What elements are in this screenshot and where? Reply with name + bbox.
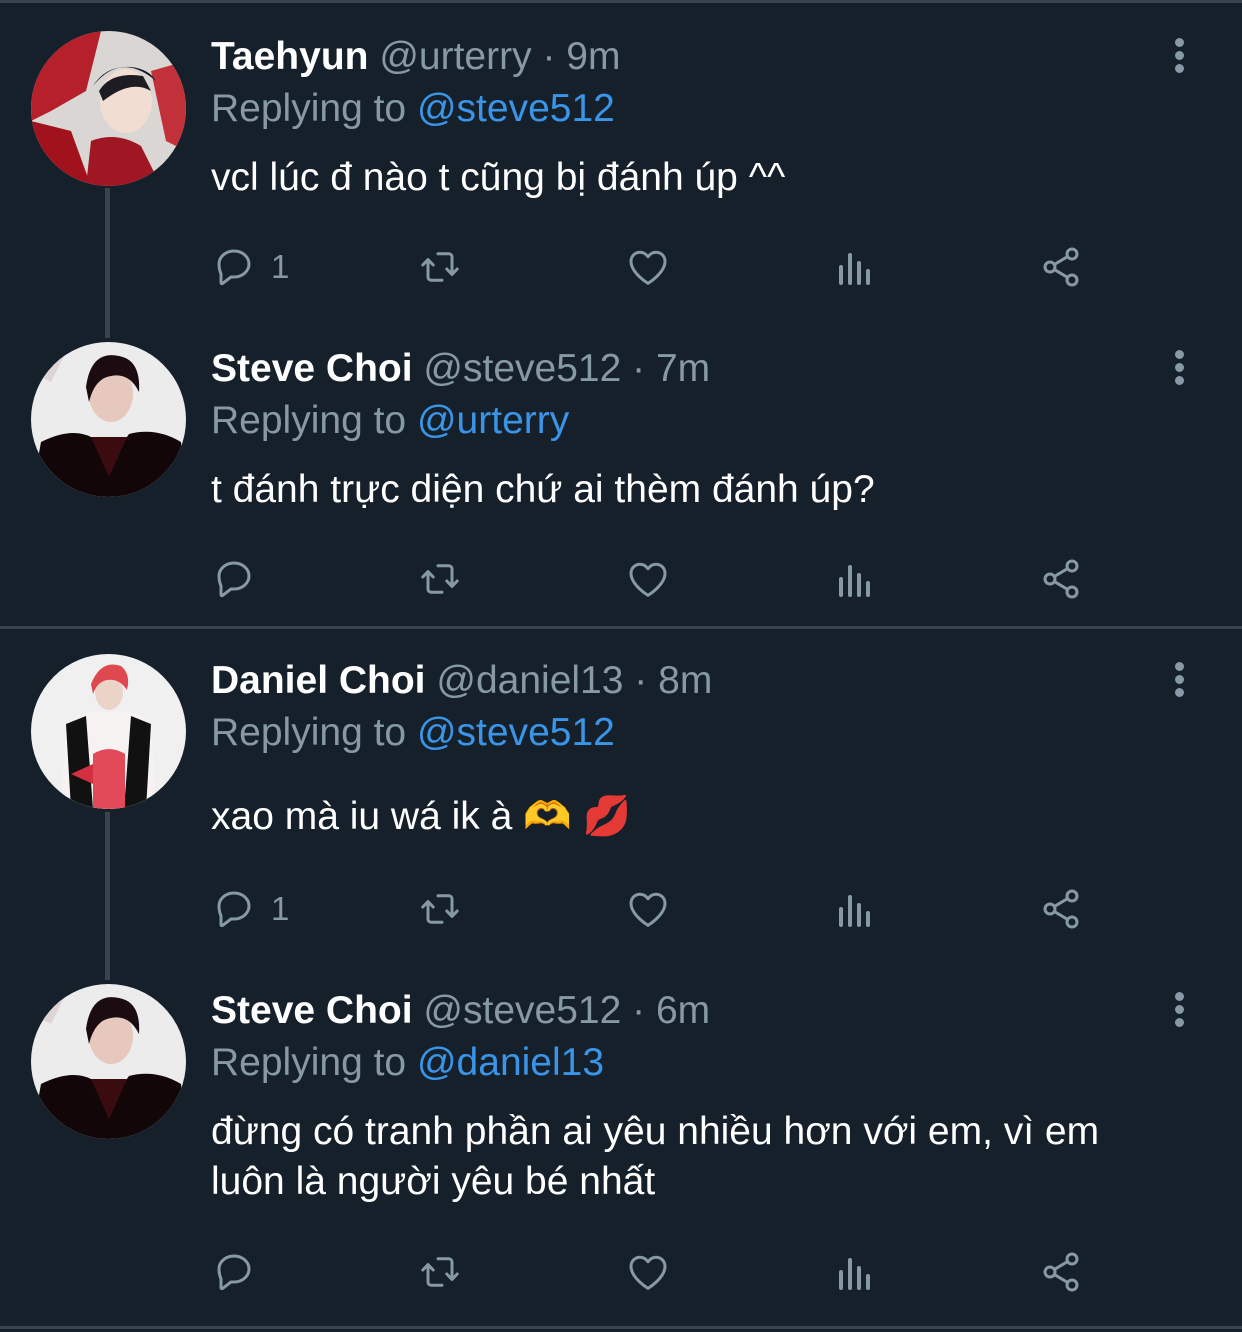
user-handle[interactable]: @steve512 — [423, 989, 621, 1032]
views-button[interactable] — [831, 1247, 879, 1297]
avatar-image — [31, 984, 186, 1139]
replying-handle-link[interactable]: @daniel13 — [417, 1041, 604, 1084]
more-icon[interactable] — [1170, 992, 1188, 1032]
avatar[interactable] — [31, 984, 186, 1139]
like-button[interactable] — [624, 1247, 672, 1297]
timestamp[interactable]: 6m — [656, 989, 710, 1032]
reply-icon — [217, 1254, 251, 1291]
retweet-icon — [421, 1257, 459, 1287]
bottom-border — [0, 1326, 1242, 1329]
views-icon — [839, 1258, 870, 1290]
tweet[interactable]: Steve Choi @steve512 · 6m Replying to @d… — [0, 0, 1242, 1326]
tweet-text: đừng có tranh phần ai yêu nhiều hơn với … — [211, 1110, 1100, 1203]
reply-button[interactable] — [211, 1247, 271, 1297]
share-button[interactable] — [1037, 1247, 1085, 1297]
separator: · — [632, 989, 646, 1032]
display-name[interactable]: Steve Choi — [211, 989, 413, 1032]
share-icon — [1043, 1252, 1079, 1292]
tweet-header: Steve Choi @steve512 · 6m — [211, 988, 710, 1034]
replying-to: Replying to @daniel13 — [211, 1040, 604, 1086]
replying-label: Replying to — [211, 1041, 407, 1084]
action-bar — [211, 1247, 1111, 1297]
like-icon — [629, 1255, 667, 1290]
retweet-button[interactable] — [416, 1247, 464, 1297]
